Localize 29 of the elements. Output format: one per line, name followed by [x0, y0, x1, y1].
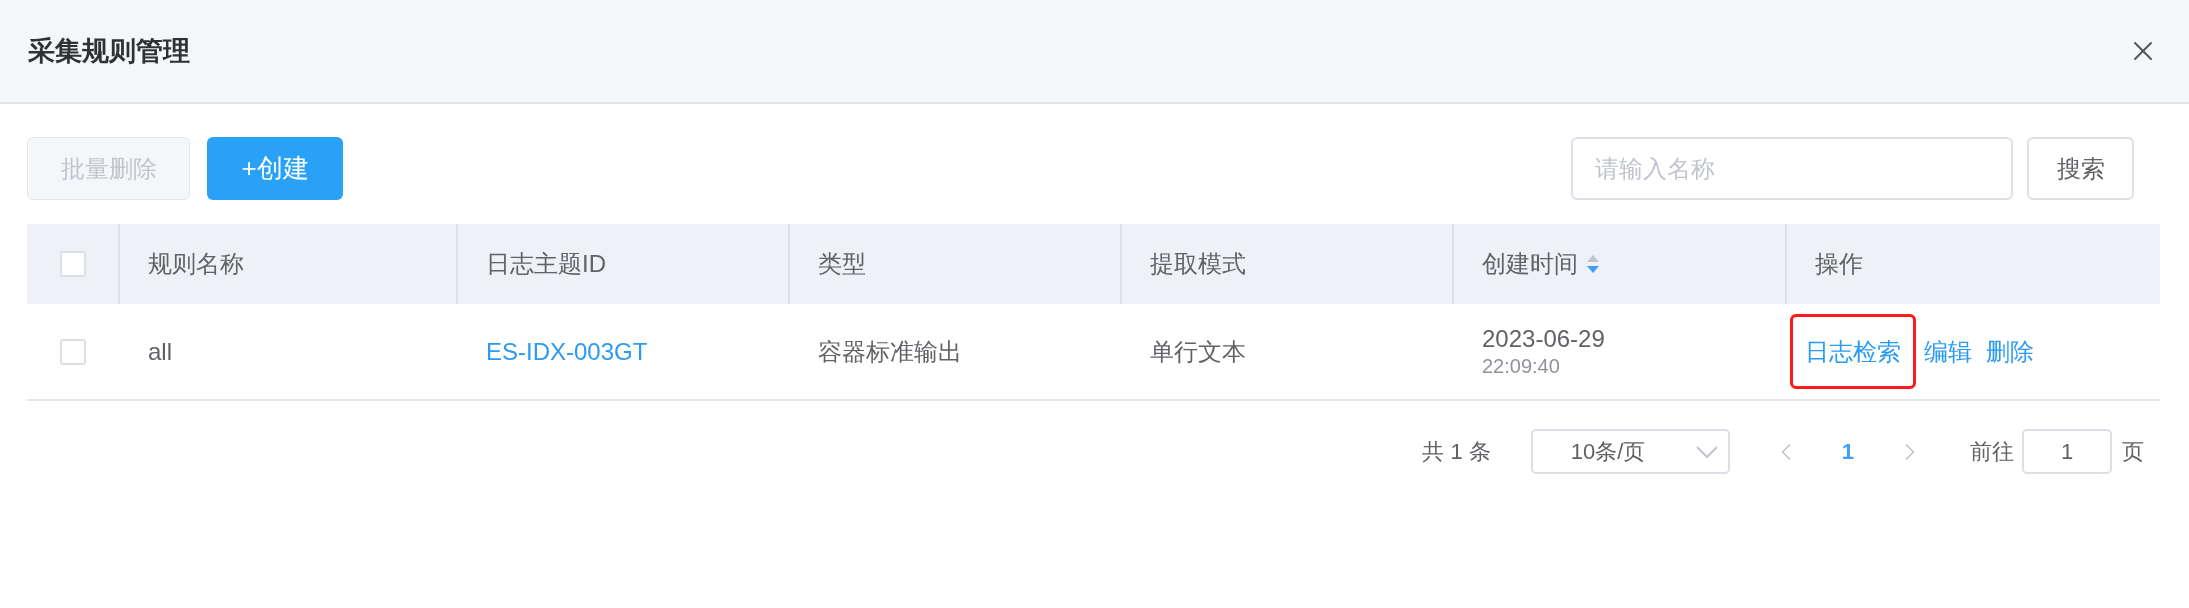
checkbox[interactable]: [59, 338, 86, 365]
page-jump-field[interactable]: 1: [2022, 429, 2112, 474]
action-link[interactable]: 日志检索: [1790, 314, 1916, 389]
column-header: 提取模式: [1150, 249, 1246, 279]
action-link[interactable]: 删除: [1986, 314, 2034, 389]
sort-icon[interactable]: [1586, 254, 1600, 274]
created-time: 22:09:40: [1482, 354, 1561, 379]
checkbox[interactable]: [59, 251, 86, 277]
search-button[interactable]: 搜索: [2027, 137, 2134, 200]
page-size-select[interactable]: 10条/页: [1530, 429, 1730, 474]
table-cell-text: 单行文本: [1150, 336, 1246, 367]
dialog-title: 采集规则管理: [28, 34, 190, 68]
column-header: 类型: [818, 249, 866, 279]
action-link[interactable]: 编辑: [1924, 314, 1972, 389]
column-header[interactable]: 创建时间: [1482, 246, 1578, 282]
table-cell-text: 容器标准输出: [818, 336, 962, 367]
page-suffix: 页: [2122, 438, 2144, 466]
page-number[interactable]: 1: [1841, 435, 1854, 468]
column-header: 操作: [1815, 249, 1863, 279]
search-field[interactable]: 请输入名称: [1571, 137, 2013, 200]
table-cell-text: all: [148, 336, 172, 367]
total-count: 共 1 条: [1422, 438, 1491, 466]
create-button[interactable]: +创建: [207, 137, 343, 200]
column-header: 规则名称: [148, 249, 244, 279]
topic-link[interactable]: ES-IDX-003GT: [486, 333, 648, 370]
column-header: 日志主题ID: [486, 249, 606, 279]
goto-label: 前往: [1970, 438, 2014, 466]
created-date: 2023-06-29: [1482, 324, 1606, 354]
caret-icon: [1695, 445, 1718, 458]
